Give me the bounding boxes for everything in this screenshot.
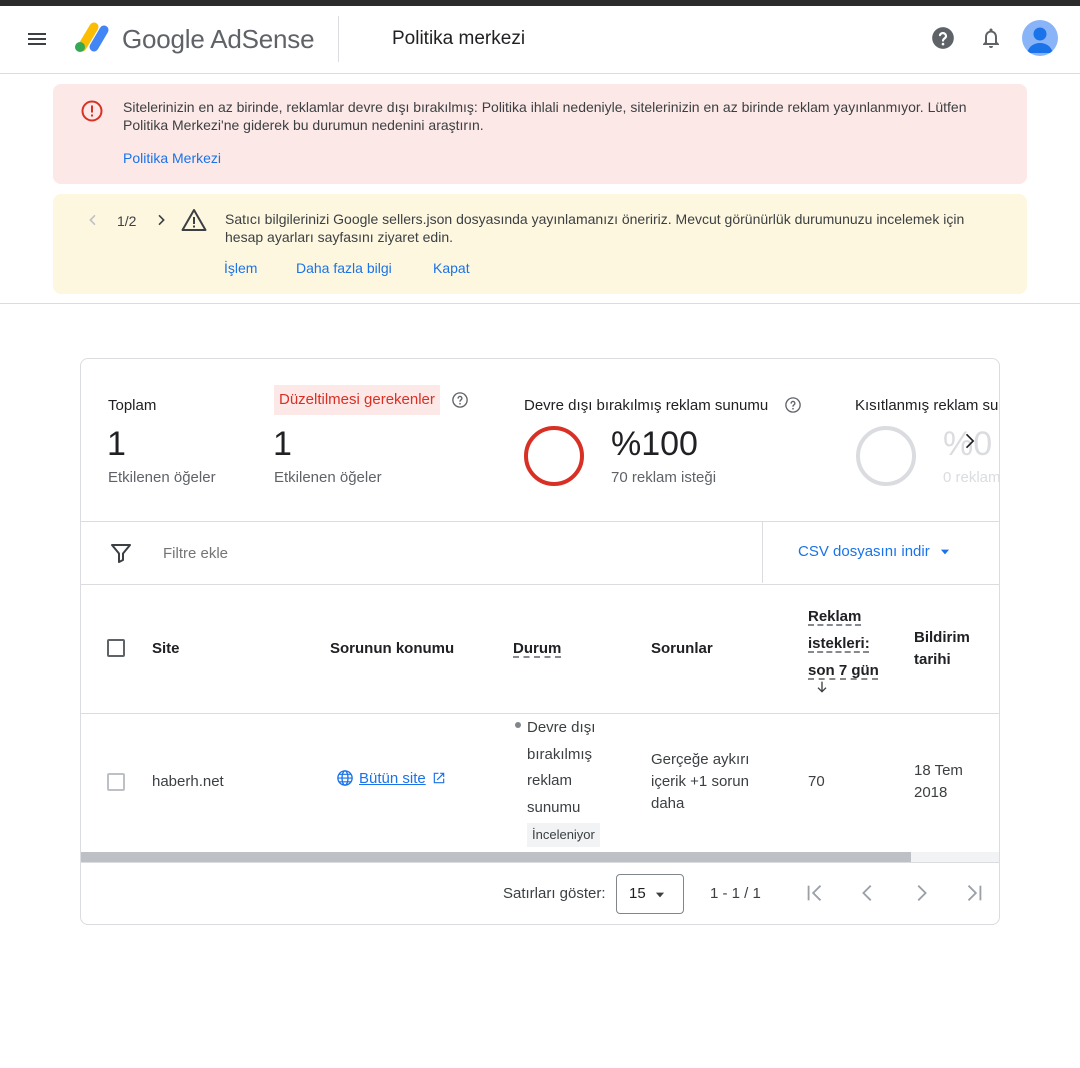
total-sub: Etkilenen öğeler <box>108 469 216 486</box>
row-status: Devre dışı bırakılmış reklam sunumu <box>527 719 596 816</box>
chevron-left-icon <box>862 885 872 901</box>
date-header-line: Bildirim <box>914 629 970 646</box>
sellers-json-banner: 1/2 Satıcı bilgilerinizi Google sellers.… <box>53 194 1027 294</box>
to-fix-label[interactable]: Düzeltilmesi gerekenler <box>274 385 440 415</box>
column-header-status[interactable]: Durum <box>513 640 561 657</box>
row-location-label: Bütün site <box>359 769 426 787</box>
column-header-location[interactable]: Sorunun konumu <box>330 640 454 657</box>
chevron-right-icon <box>965 433 975 449</box>
disabled-serving-value: %100 <box>611 425 698 463</box>
divider <box>81 521 999 522</box>
row-requests: 70 <box>808 773 825 790</box>
menu-button[interactable] <box>20 22 54 56</box>
error-banner-message: Sitelerinizin en az birinde, reklamlar d… <box>123 99 967 133</box>
filter-input[interactable] <box>163 539 743 567</box>
rows-per-page-label: Satırları göster: <box>503 885 606 902</box>
first-page-button[interactable] <box>799 875 831 911</box>
help-outline-icon[interactable] <box>451 391 469 409</box>
banner-next-button[interactable] <box>151 210 171 230</box>
chevron-right-icon <box>917 885 927 901</box>
banner-pager: 1/2 <box>117 213 137 229</box>
total-value: 1 <box>107 425 126 463</box>
disabled-serving-ring-fill <box>524 426 584 486</box>
divider <box>81 862 999 863</box>
arrow-down-icon[interactable] <box>814 679 830 695</box>
bell-icon <box>983 28 999 48</box>
app-bar: Google AdSense Politika merkezi <box>0 6 1080 74</box>
filter-divider <box>762 522 763 583</box>
select-all-checkbox[interactable] <box>107 639 125 657</box>
first-page-icon <box>807 885 822 901</box>
warning-icon <box>181 209 207 231</box>
error-icon <box>81 100 103 122</box>
banner-prev-button[interactable] <box>83 210 103 230</box>
brand-name: Google AdSense <box>122 24 315 54</box>
to-fix-sub: Etkilenen öğeler <box>274 469 382 486</box>
chevron-right-icon <box>158 214 165 226</box>
total-label: Toplam <box>108 397 157 414</box>
page-title: Politika merkezi <box>392 28 526 49</box>
pagination-range: 1 - 1 / 1 <box>710 885 761 902</box>
disabled-serving-sub: 70 reklam isteği <box>611 469 717 486</box>
next-page-button[interactable] <box>905 875 937 911</box>
stats-next-button[interactable] <box>955 427 983 455</box>
restricted-serving-ring <box>856 426 916 486</box>
chevron-left-icon <box>89 214 96 226</box>
warning-banner-message: Satıcı bilgilerinizi Google sellers.json… <box>225 211 965 245</box>
learn-more-link[interactable]: Daha fazla bilgi <box>296 260 392 276</box>
policy-summary-card: Toplam 1 Etkilenen öğeler Düzeltilmesi g… <box>80 358 1000 925</box>
csv-download-button[interactable]: CSV dosyasını indir <box>798 543 952 560</box>
last-page-button[interactable] <box>958 875 990 911</box>
notifications-button[interactable] <box>977 24 1005 52</box>
help-outline-icon[interactable] <box>784 396 802 414</box>
header-divider <box>338 16 339 62</box>
csv-download-label: CSV dosyasını indir <box>798 543 930 560</box>
restricted-serving-label: Kısıtlanmış reklam sunumu <box>855 397 999 414</box>
last-page-icon <box>967 885 982 901</box>
caret-down-icon <box>940 549 949 555</box>
restricted-serving-sub: 0 reklam isteği <box>943 469 1000 486</box>
action-link[interactable]: İşlem <box>224 260 257 276</box>
date-header-line: tarihi <box>914 651 951 668</box>
requests-header-line: istekleri: <box>808 635 870 652</box>
rows-per-page-value: 15 <box>629 885 646 902</box>
column-header-date[interactable]: Bildirim tarihi <box>914 627 970 671</box>
row-issues: Gerçeğe aykırı içerik +1 sorun daha <box>651 751 750 812</box>
column-header-site[interactable]: Site <box>152 640 180 657</box>
table-row[interactable]: haberh.net Bütün site Devre dışı bırakıl… <box>81 714 999 852</box>
row-location-link[interactable]: Bütün site <box>336 769 446 787</box>
row-date: 18 Tem 2018 <box>914 762 963 801</box>
help-icon <box>932 27 954 49</box>
avatar[interactable] <box>1022 20 1058 56</box>
status-badge: İnceleniyor <box>527 823 600 847</box>
dismiss-link[interactable]: Kapat <box>433 260 470 276</box>
policy-error-banner: Sitelerinizin en az birinde, reklamlar d… <box>53 84 1027 184</box>
status-dot <box>515 722 521 728</box>
requests-header-line: Reklam <box>808 608 862 625</box>
row-checkbox[interactable] <box>107 773 125 791</box>
user-avatar-icon <box>1027 27 1053 53</box>
column-header-issues[interactable]: Sorunlar <box>651 640 713 657</box>
previous-page-button[interactable] <box>852 875 884 911</box>
disabled-serving-label: Devre dışı bırakılmış reklam sunumu <box>524 397 769 414</box>
globe-icon <box>337 770 353 786</box>
rows-per-page-select[interactable]: 15 <box>616 874 684 914</box>
divider <box>81 584 999 585</box>
adsense-logo-icon <box>72 20 112 54</box>
open-in-new-icon <box>433 772 444 784</box>
help-button[interactable] <box>929 24 957 52</box>
policy-center-link[interactable]: Politika Merkezi <box>123 150 221 166</box>
to-fix-value: 1 <box>273 425 292 463</box>
disabled-serving-ring <box>524 426 584 486</box>
filter-icon[interactable] <box>109 541 133 565</box>
horizontal-scrollbar-thumb[interactable] <box>81 852 911 862</box>
menu-icon <box>28 33 46 45</box>
column-header-requests[interactable]: Reklam istekleri: son 7 gün <box>808 603 879 684</box>
row-site: haberh.net <box>152 773 224 790</box>
content-separator <box>0 303 1080 304</box>
caret-down-icon <box>655 892 665 898</box>
